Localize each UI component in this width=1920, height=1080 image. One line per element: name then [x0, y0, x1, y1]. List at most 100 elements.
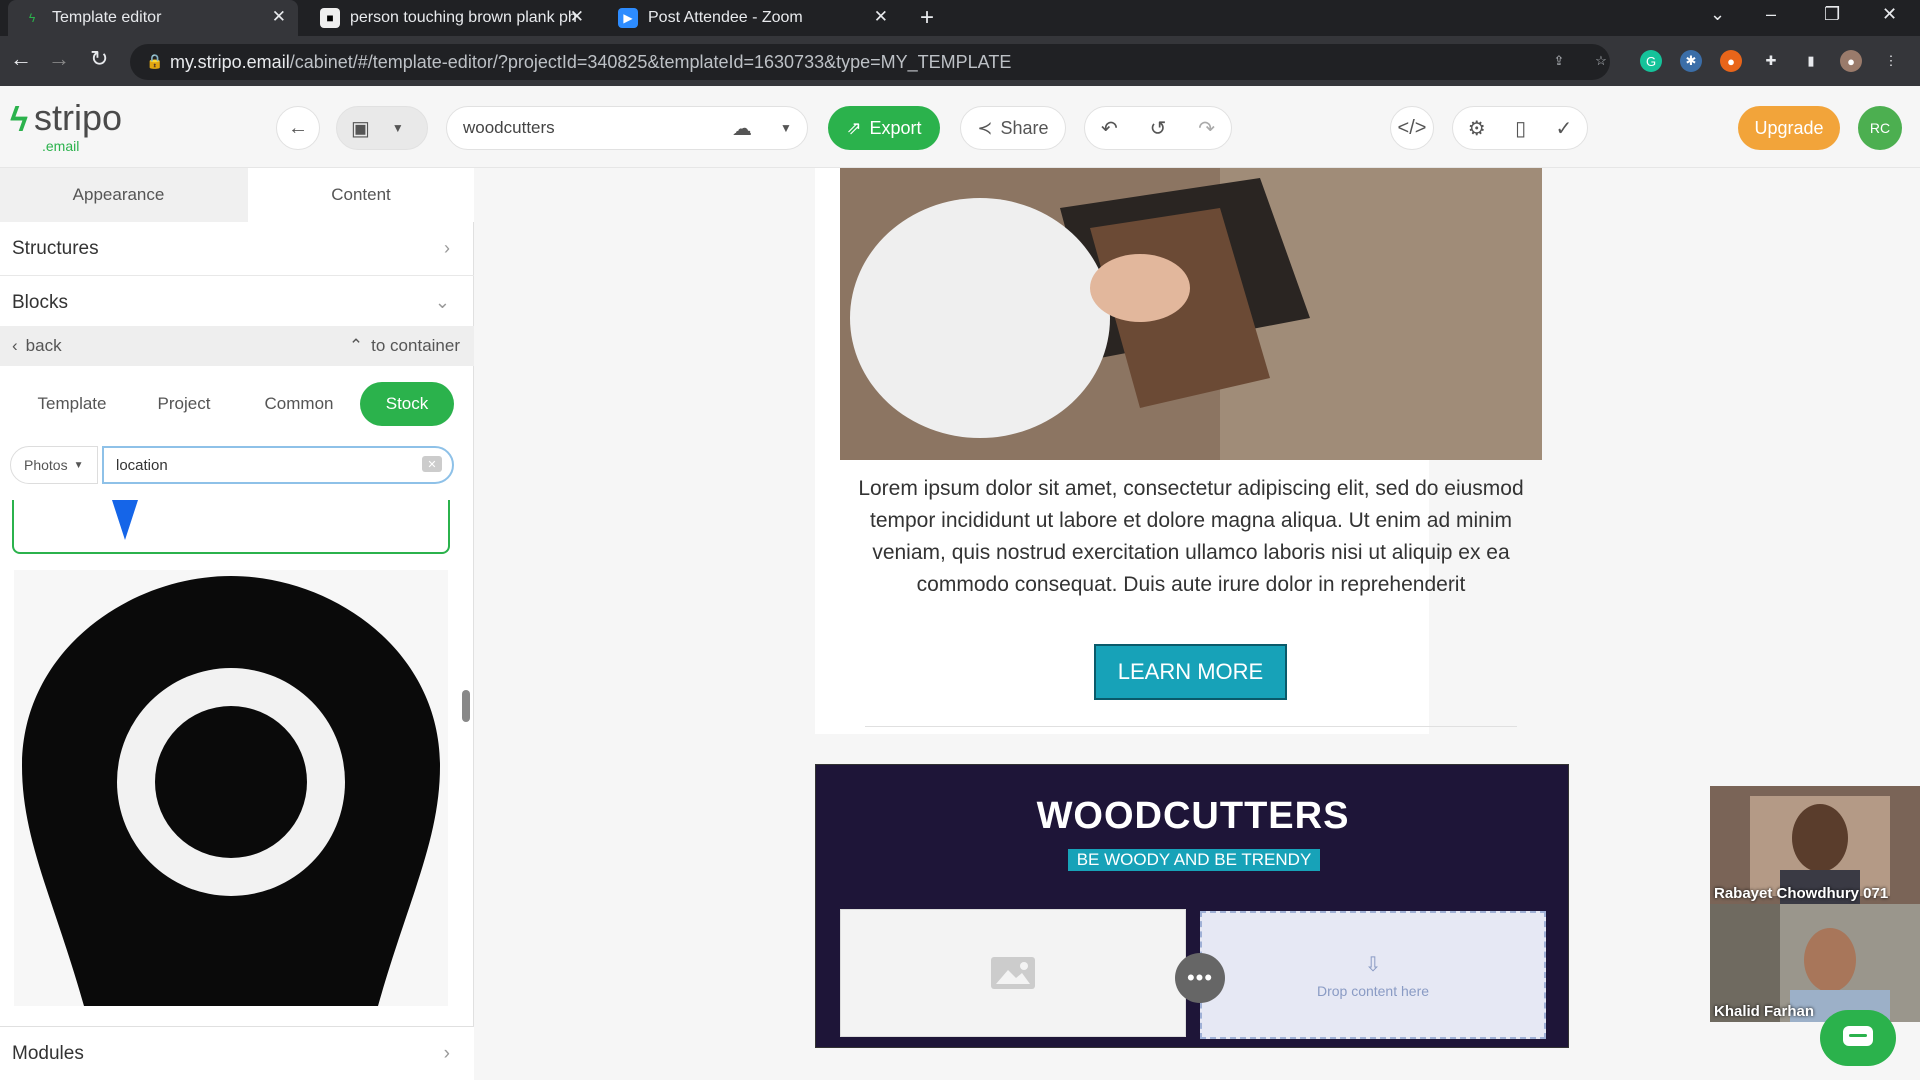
email-footer-block[interactable]: WOODCUTTERS BE WOODY AND BE TRENDY ⇩ Dro… — [815, 764, 1569, 1048]
minimize-icon[interactable]: – — [1766, 4, 1776, 25]
video-tile-participant-1[interactable]: Rabayet Chowdhury 071 — [1710, 786, 1920, 904]
grammarly-icon[interactable]: G — [1640, 50, 1662, 72]
save-cloud-button[interactable]: ☁ ▼ — [716, 106, 808, 150]
hero-woodworking-image[interactable] — [840, 168, 1542, 460]
url-field[interactable]: 🔒 my.stripo.email/cabinet/#/template-edi… — [130, 44, 1610, 80]
gear-icon[interactable]: ⚙ — [1468, 116, 1486, 141]
blocks-label: Blocks — [12, 291, 68, 313]
browser-tab-zoom[interactable]: ▶ Post Attendee - Zoom ✕ — [604, 0, 900, 36]
tab-search-icon[interactable]: ⌄ — [1710, 4, 1725, 25]
footer-title[interactable]: WOODCUTTERS — [816, 795, 1570, 838]
cloud-upload-icon: ☁ — [732, 117, 753, 140]
email-canvas: Lorem ipsum dolor sit amet, consectetur … — [475, 168, 1920, 1080]
image-placeholder[interactable] — [840, 909, 1186, 1037]
panel-tabs: Appearance Content — [0, 168, 474, 222]
tab-title: Post Attendee - Zoom — [648, 9, 803, 26]
undo-icon[interactable]: ↶ — [1101, 116, 1118, 141]
reload-icon[interactable]: ↻ — [90, 46, 108, 72]
browser-tab-photo[interactable]: ■ person touching brown plank ph ✕ — [306, 0, 596, 36]
restore-icon[interactable]: ❐ — [1824, 4, 1840, 25]
share-page-icon[interactable]: ⇪ — [1548, 50, 1570, 72]
location-pin-thumbnail — [112, 500, 138, 540]
user-avatar[interactable]: RC — [1858, 106, 1902, 150]
panel-scrollbar[interactable] — [462, 690, 470, 722]
chat-icon — [1843, 1026, 1873, 1046]
upgrade-label: Upgrade — [1754, 117, 1824, 138]
learn-more-button[interactable]: LEARN MORE — [1094, 644, 1287, 700]
chip-stock[interactable]: Stock — [360, 382, 454, 426]
stock-result-location-pin[interactable] — [14, 570, 448, 1006]
redo-icon[interactable]: ↷ — [1198, 116, 1215, 141]
share-button[interactable]: ≺ Share — [960, 106, 1066, 150]
browser-tab-bar: ϟ Template editor ✕ ■ person touching br… — [0, 0, 1920, 36]
participant-name: Rabayet Chowdhury 071 — [1714, 885, 1889, 902]
modules-section[interactable]: Modules › — [0, 1026, 474, 1080]
stock-search-input[interactable]: location ✕ — [102, 446, 454, 484]
back-to-list-button[interactable]: ← — [276, 106, 320, 150]
close-tab-icon[interactable]: ✕ — [272, 7, 286, 27]
extension-fox-icon[interactable]: ● — [1720, 50, 1742, 72]
history-icon[interactable]: ↺ — [1150, 116, 1167, 141]
zoom-favicon-icon: ▶ — [618, 8, 638, 28]
browser-menu-icon[interactable]: ⋮ — [1880, 50, 1902, 72]
tab-content[interactable]: Content — [248, 168, 474, 222]
logo-sub: .email — [42, 138, 80, 154]
extensions-puzzle-icon[interactable]: ✚ — [1760, 50, 1782, 72]
photo-type-dropdown[interactable]: Photos ▼ — [10, 446, 98, 484]
email-divider — [865, 726, 1517, 727]
chip-template[interactable]: Template — [24, 382, 120, 426]
support-chat-button[interactable] — [1820, 1010, 1896, 1066]
blocks-section[interactable]: Blocks ⌄ — [0, 276, 474, 330]
stock-result-selected[interactable] — [12, 500, 450, 554]
drop-content-zone[interactable]: ⇩ Drop content here — [1200, 911, 1546, 1039]
layout-toggle-button[interactable]: ▣ ▼ — [336, 106, 428, 150]
drop-label: Drop content here — [1316, 982, 1430, 999]
side-panel-icon[interactable]: ▮ — [1800, 50, 1822, 72]
left-panel: Appearance Content Structures › Blocks ⌄… — [0, 168, 474, 1080]
chevron-down-icon: ▼ — [391, 121, 404, 135]
stripo-logo-icon: ϟ — [10, 101, 28, 139]
tab-title: Template editor — [52, 9, 162, 26]
structures-section[interactable]: Structures › — [0, 222, 474, 276]
lock-icon: 🔒 — [146, 53, 164, 69]
bookmark-star-icon[interactable]: ☆ — [1590, 50, 1612, 72]
drop-download-icon: ⇩ — [1364, 953, 1382, 976]
chevron-down-icon: ⌄ — [434, 292, 450, 312]
browser-tab-template-editor[interactable]: ϟ Template editor ✕ — [8, 0, 298, 36]
participant-name: Khalid Farhan — [1714, 1003, 1815, 1020]
chip-project[interactable]: Project — [136, 382, 232, 426]
share-icon: ≺ — [977, 117, 993, 138]
stripo-logo[interactable]: ϟ stripo .email — [10, 97, 123, 155]
email-body-text[interactable]: Lorem ipsum dolor sit amet, consectetur … — [835, 473, 1547, 601]
back-label: back — [25, 336, 62, 355]
to-container-label: to container — [371, 336, 460, 355]
close-tab-icon[interactable]: ✕ — [874, 7, 888, 27]
preview-devices-icon[interactable]: ▯ — [1515, 116, 1526, 141]
more-options-button[interactable]: ••• — [1175, 953, 1225, 1003]
chip-common[interactable]: Common — [248, 382, 350, 426]
forward-icon[interactable]: → — [48, 46, 70, 72]
structures-label: Structures — [12, 237, 99, 259]
close-tab-icon[interactable]: ✕ — [570, 7, 584, 27]
export-label: Export — [869, 117, 922, 138]
tab-appearance[interactable]: Appearance — [0, 168, 237, 222]
hero-photo — [840, 168, 1542, 460]
extension-icon[interactable]: ✱ — [1680, 50, 1702, 72]
logo-word: stripo — [34, 97, 123, 138]
export-button[interactable]: ⇗ Export — [828, 106, 940, 150]
to-container-link[interactable]: ⌃ to container — [349, 336, 460, 356]
search-value: location — [116, 456, 168, 474]
video-tile-participant-2[interactable]: Khalid Farhan — [1710, 904, 1920, 1022]
clear-search-icon[interactable]: ✕ — [422, 456, 442, 472]
back-link[interactable]: ‹ back — [12, 336, 62, 356]
back-icon[interactable]: ← — [10, 46, 32, 72]
chevron-right-icon: › — [444, 238, 450, 258]
code-editor-button[interactable]: </> — [1390, 106, 1434, 150]
new-tab-icon[interactable]: + — [920, 4, 934, 32]
profile-avatar-icon[interactable]: ● — [1840, 50, 1862, 72]
upgrade-button[interactable]: Upgrade — [1738, 106, 1840, 150]
test-clipboard-icon[interactable]: ✓ — [1556, 116, 1573, 141]
unsplash-favicon-icon: ■ — [320, 8, 340, 28]
close-window-icon[interactable]: ✕ — [1882, 4, 1897, 25]
footer-tagline[interactable]: BE WOODY AND BE TRENDY — [1068, 849, 1320, 871]
